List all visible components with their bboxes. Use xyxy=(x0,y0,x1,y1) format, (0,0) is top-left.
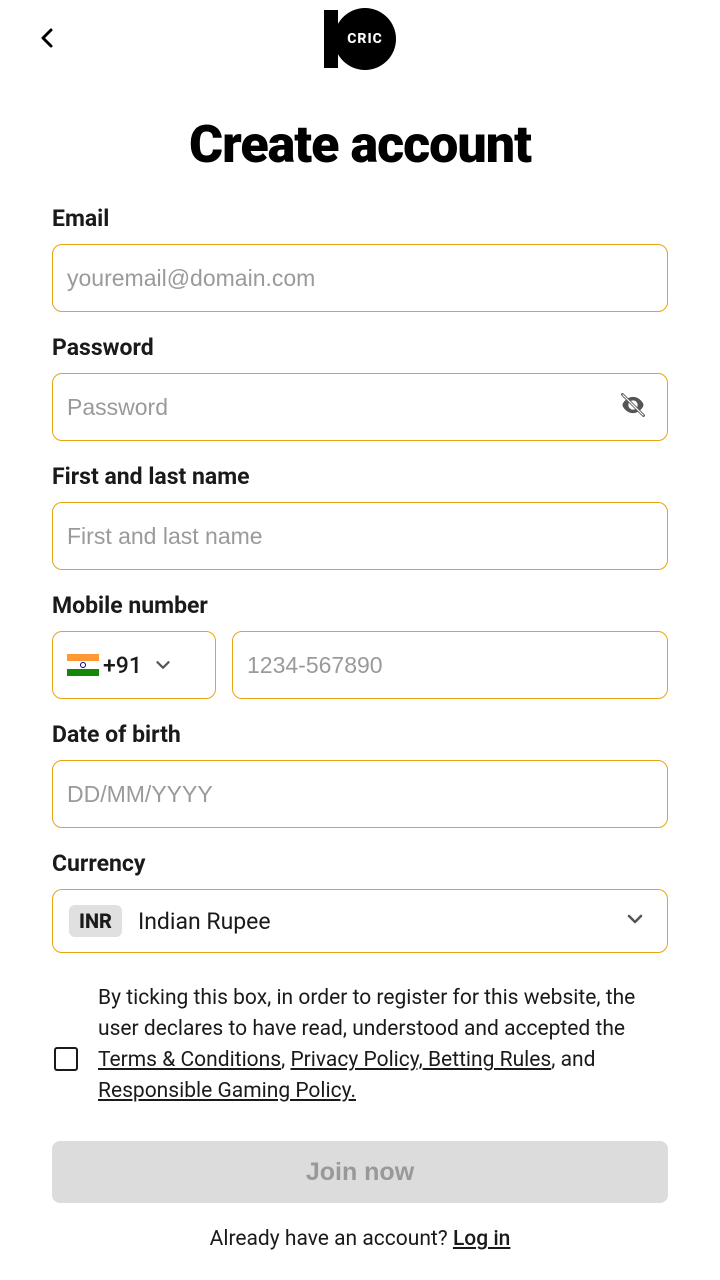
email-input-wrap xyxy=(52,244,668,312)
chevron-down-icon xyxy=(623,907,647,935)
dob-input-wrap xyxy=(52,760,668,828)
back-button[interactable] xyxy=(36,26,60,50)
page-title: Create account xyxy=(0,114,720,175)
dob-label: Date of birth xyxy=(52,721,668,748)
chevron-down-icon xyxy=(152,654,174,676)
signup-form: Email Password First and last name Mobil… xyxy=(0,205,720,1251)
country-code-select[interactable]: +91 xyxy=(52,631,216,699)
currency-name: Indian Rupee xyxy=(138,908,271,935)
mobile-label: Mobile number xyxy=(52,592,668,619)
terms-text: By ticking this box, in order to registe… xyxy=(98,983,666,1107)
eye-off-icon xyxy=(619,391,647,419)
password-input[interactable] xyxy=(67,394,653,421)
mobile-input-wrap xyxy=(232,631,668,699)
india-flag-icon xyxy=(67,654,99,676)
chevron-left-icon xyxy=(36,26,60,50)
login-prompt-text: Already have an account? xyxy=(210,1227,453,1251)
dob-input[interactable] xyxy=(67,781,653,808)
betting-rules-link[interactable]: Betting Rules xyxy=(423,1048,551,1072)
dial-code: +91 xyxy=(103,652,142,679)
name-label: First and last name xyxy=(52,463,668,490)
responsible-gaming-link[interactable]: Responsible Gaming Policy. xyxy=(98,1079,356,1103)
login-link[interactable]: Log in xyxy=(453,1227,510,1251)
terms-checkbox[interactable] xyxy=(54,1047,78,1071)
password-label: Password xyxy=(52,334,668,361)
toggle-password-visibility[interactable] xyxy=(619,391,647,423)
mobile-input[interactable] xyxy=(247,652,653,679)
currency-select[interactable]: INR Indian Rupee xyxy=(52,889,668,953)
brand-logo: CRIC xyxy=(324,8,396,70)
currency-label: Currency xyxy=(52,850,668,877)
join-now-button[interactable]: Join now xyxy=(52,1141,668,1203)
header: CRIC xyxy=(0,0,720,78)
privacy-policy-link[interactable]: Privacy Policy, xyxy=(290,1048,422,1072)
terms-row: By ticking this box, in order to registe… xyxy=(52,983,668,1107)
login-prompt-row: Already have an account? Log in xyxy=(52,1227,668,1251)
email-label: Email xyxy=(52,205,668,232)
name-input-wrap xyxy=(52,502,668,570)
password-input-wrap xyxy=(52,373,668,441)
email-input[interactable] xyxy=(67,265,653,292)
name-input[interactable] xyxy=(67,523,653,550)
currency-code-badge: INR xyxy=(69,905,122,937)
terms-prefix: By ticking this box, in order to registe… xyxy=(98,986,635,1041)
terms-conditions-link[interactable]: Terms & Conditions xyxy=(98,1048,281,1072)
